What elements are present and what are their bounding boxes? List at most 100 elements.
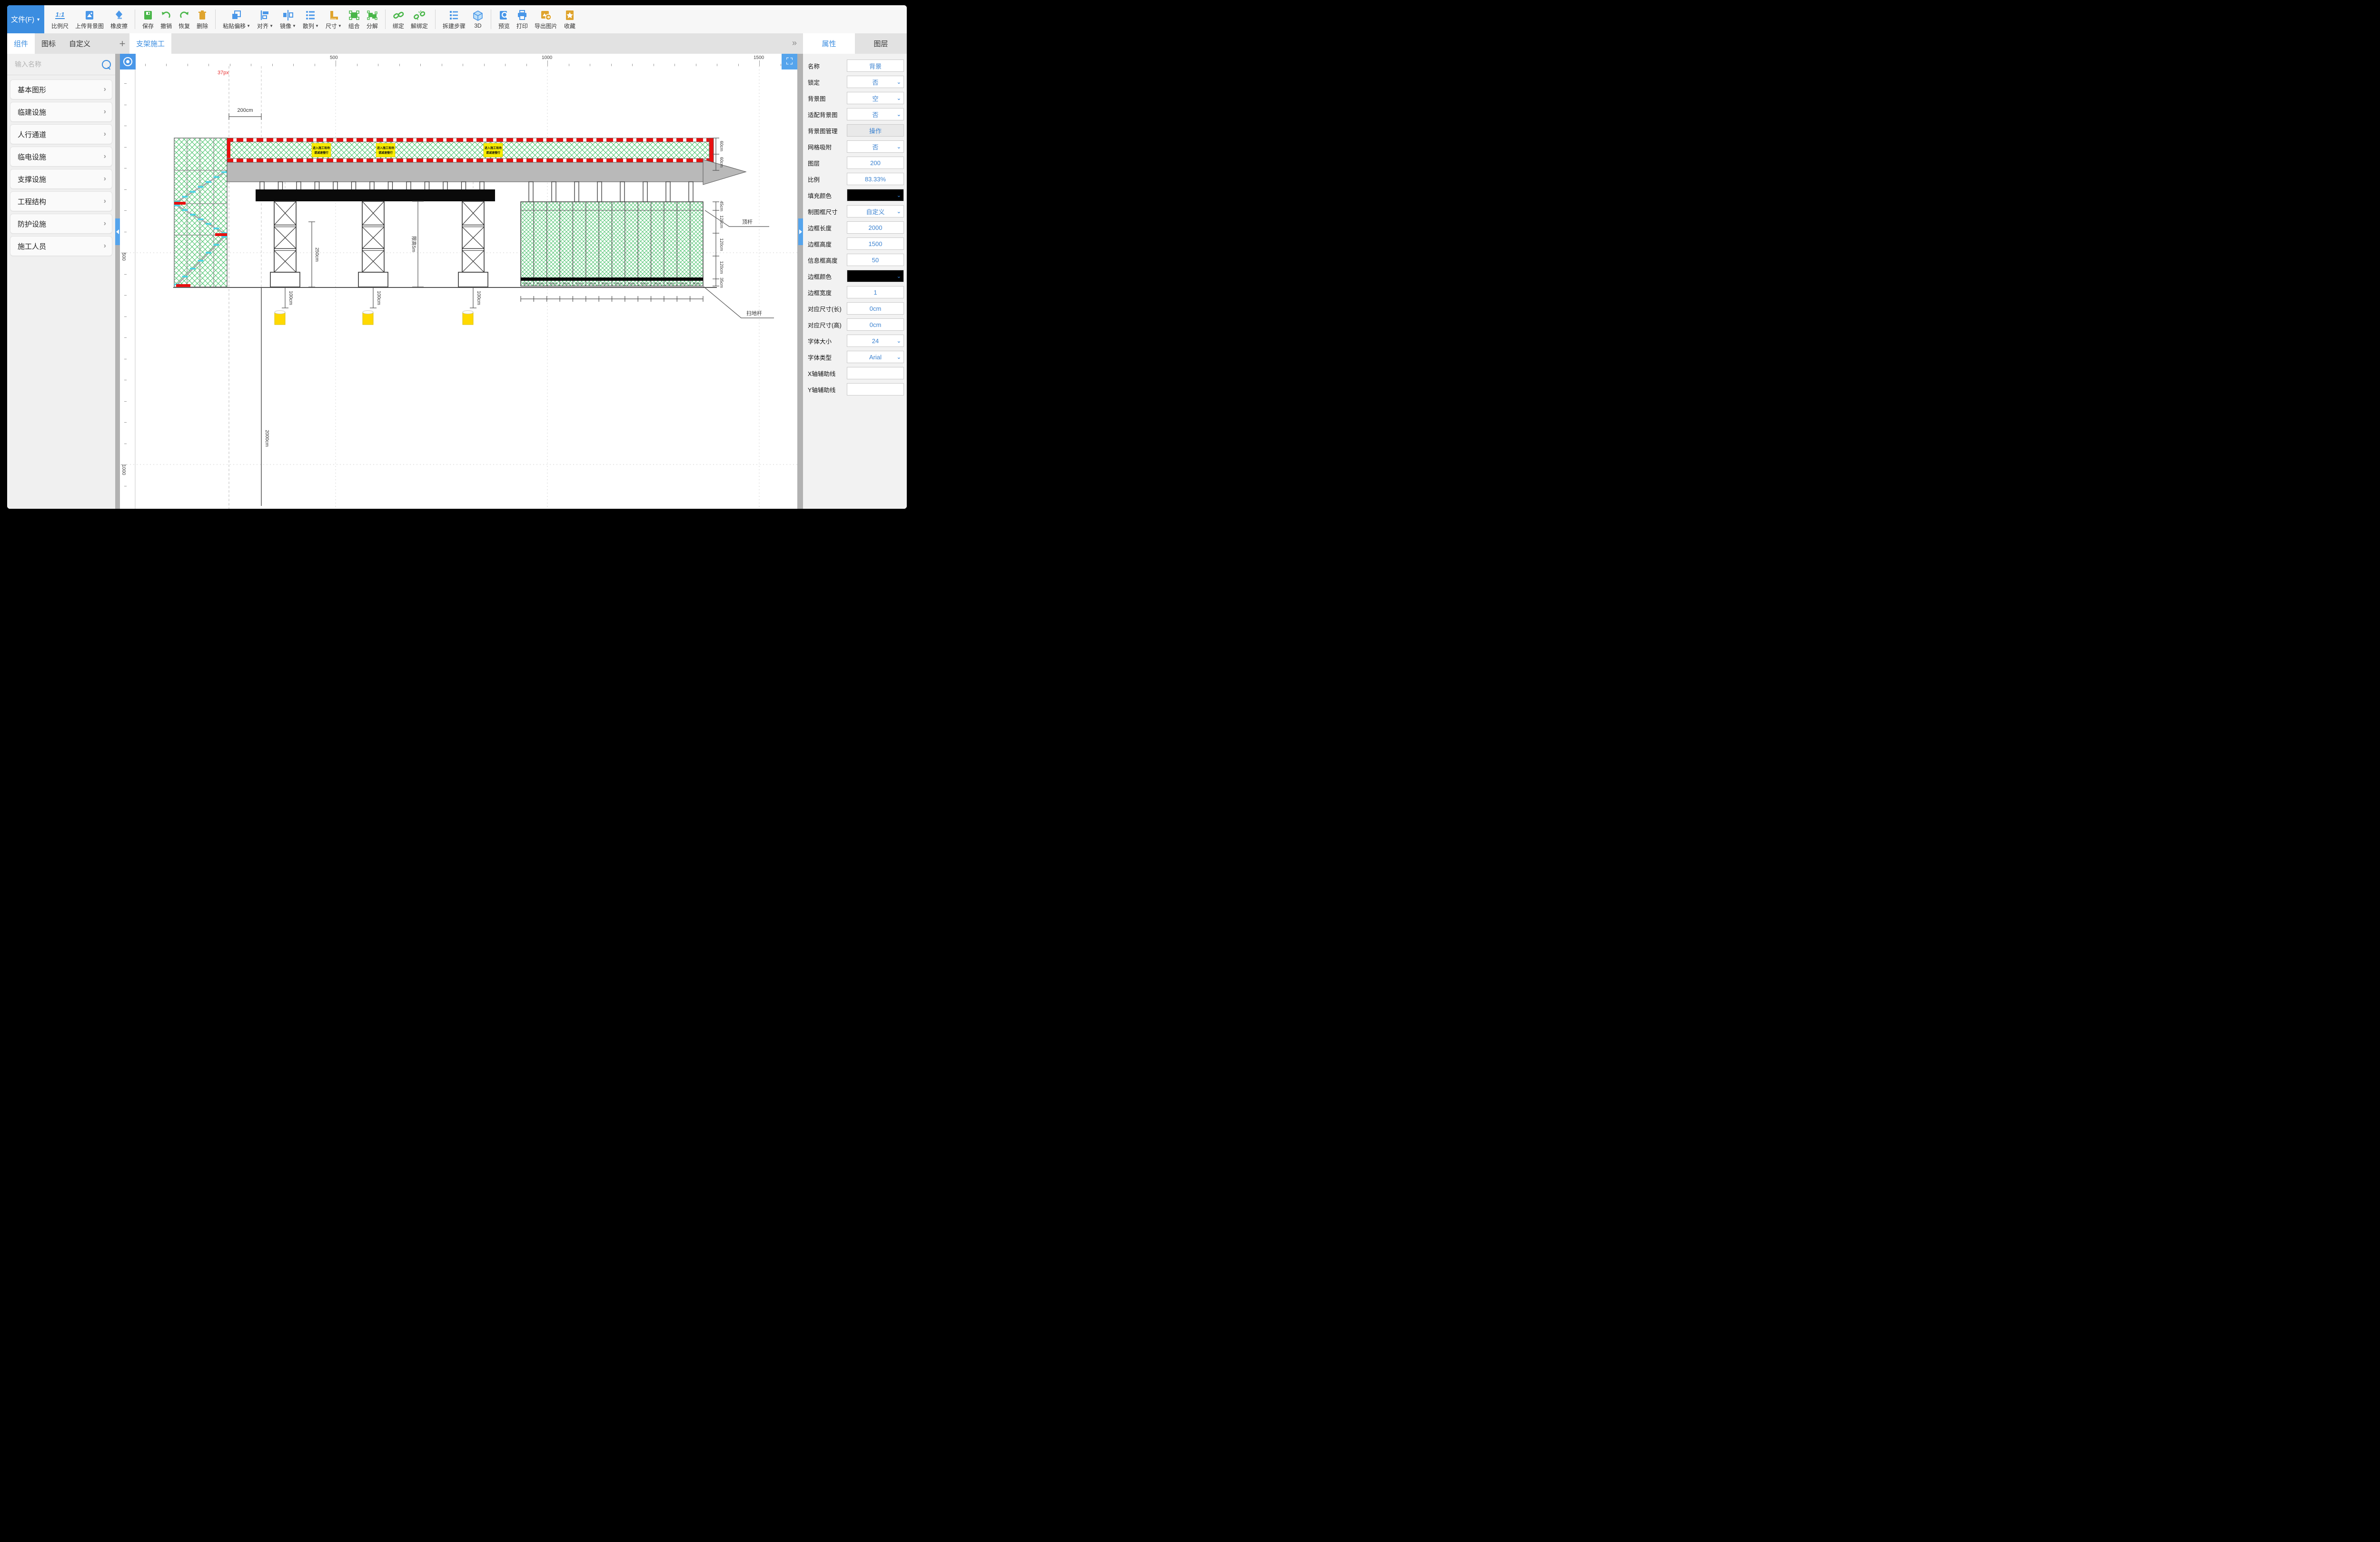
toolbar-button-steps[interactable]: 拆建步骤 <box>439 5 469 33</box>
prop-input-0[interactable] <box>847 62 903 70</box>
prop-control-19[interactable] <box>847 367 904 379</box>
sidebar-item-1[interactable]: 临建设施› <box>10 102 112 122</box>
prop-control-7[interactable] <box>847 173 904 185</box>
prop-input-10[interactable] <box>847 224 903 232</box>
prop-input-20[interactable] <box>847 386 903 394</box>
toolbar-button-dimension[interactable]: 尺寸▼ <box>322 5 345 33</box>
prop-control-4[interactable]: 操作 <box>847 124 904 137</box>
mesh-wall[interactable]: 90cm90cm90cm90cm90cm90cm90cm90cm90cm90cm… <box>521 202 703 286</box>
prop-control-9[interactable]: 自定义⌄ <box>847 205 904 217</box>
prop-control-16[interactable] <box>847 318 904 331</box>
prop-control-11[interactable] <box>847 237 904 250</box>
sidebar-tab-0[interactable]: 组件 <box>7 33 35 54</box>
sidebar-item-5[interactable]: 工程结构› <box>10 191 112 211</box>
toolbar-button-cube-3d[interactable]: 3D <box>469 5 487 33</box>
prop-input-7[interactable] <box>847 175 903 183</box>
chevron-down-icon: ⌄ <box>897 354 901 360</box>
prop-control-14[interactable] <box>847 286 904 298</box>
sidebar-item-4[interactable]: 支撑设施› <box>10 169 112 189</box>
sidebar-tab-2[interactable]: 自定义 <box>62 33 97 54</box>
toolbar-button-preview[interactable]: 预览 <box>495 5 513 33</box>
prop-control-8[interactable]: ⌄ <box>847 189 904 201</box>
chevron-right-icon: › <box>104 85 106 94</box>
prop-control-10[interactable] <box>847 221 904 234</box>
lattice-columns[interactable] <box>270 201 488 287</box>
toolbar-button-scale-ruler[interactable]: 1:1 比例尺 <box>48 5 72 33</box>
prop-control-1[interactable]: 否⌄ <box>847 76 904 88</box>
toolbar-button-ungroup[interactable]: 分解 <box>363 5 381 33</box>
toolbar-button-bind[interactable]: 绑定 <box>389 5 407 33</box>
safety-barrier[interactable]: 进入施工现场请减速慢行进入施工现场请减速慢行进入施工现场请减速慢行 <box>227 138 714 162</box>
scatter-icon <box>305 10 317 21</box>
svg-text:限高5m: 限高5m <box>411 236 417 252</box>
right-splitter[interactable] <box>797 54 803 509</box>
collapse-sidebar-handle[interactable] <box>115 218 120 245</box>
prop-control-3[interactable]: 否⌄ <box>847 108 904 120</box>
toolbar-button-redo[interactable]: 恢复 <box>175 5 193 33</box>
prop-control-20[interactable] <box>847 383 904 395</box>
prop-control-0[interactable] <box>847 59 904 72</box>
toolbar-button-align[interactable]: 对齐▼ <box>254 5 277 33</box>
toolbar-button-print[interactable]: 打印 <box>513 5 531 33</box>
toolbar-button-undo[interactable]: 撤销 <box>157 5 175 33</box>
ruler-number: 1500 <box>754 55 764 60</box>
prop-input-15[interactable] <box>847 305 903 313</box>
prop-control-15[interactable] <box>847 302 904 315</box>
canvas-tabbar: + 支架施工 » <box>115 33 803 54</box>
toolbar-button-paste-offset[interactable]: 粘贴偏移▼ <box>219 5 254 33</box>
scaffold-stair-tower[interactable] <box>174 138 227 287</box>
prop-input-14[interactable] <box>847 288 903 297</box>
prop-control-2[interactable]: 空⌄ <box>847 92 904 104</box>
left-splitter[interactable] <box>115 54 120 509</box>
prop-control-18[interactable]: Arial⌄ <box>847 351 904 363</box>
prop-control-12[interactable] <box>847 254 904 266</box>
dropdown-arrow-icon: ▼ <box>269 24 273 28</box>
toolbar-button-favorite[interactable]: 收藏 <box>561 5 579 33</box>
safety-barrels[interactable] <box>275 311 473 325</box>
toolbar-button-scatter[interactable]: 散列▼ <box>299 5 322 33</box>
search-input[interactable] <box>7 60 102 69</box>
sidebar-item-6[interactable]: 防护设施› <box>10 214 112 234</box>
construction-drawing[interactable]: 37px <box>127 66 797 509</box>
prop-input-19[interactable] <box>847 369 903 377</box>
panel-tab-0[interactable]: 属性 <box>803 33 855 54</box>
prop-input-16[interactable] <box>847 321 903 329</box>
toolbar-button-upload-image[interactable]: 上传背景图 <box>72 5 107 33</box>
toolbar-button-delete[interactable]: 删除 <box>193 5 211 33</box>
sidebar-item-0[interactable]: 基本图形› <box>10 79 112 99</box>
cap-beam[interactable] <box>256 189 495 201</box>
toolbar-button-eraser[interactable]: 橡皮擦 <box>107 5 131 33</box>
toolbar-button-group[interactable]: 组合 <box>345 5 363 33</box>
properties-panel: 名称锁定否⌄背景图空⌄适配背景图否⌄背景图管理操作网格吸附否⌄图层比例填充颜色⌄… <box>803 54 907 509</box>
bridge-deck-arrow[interactable] <box>227 159 746 185</box>
toolbar-button-save[interactable]: 保存 <box>139 5 157 33</box>
prop-input-12[interactable] <box>847 256 903 264</box>
sidebar-tab-1[interactable]: 图标 <box>35 33 62 54</box>
sidebar-item-3[interactable]: 临电设施› <box>10 147 112 167</box>
prop-control-17[interactable]: 24⌄ <box>847 335 904 347</box>
prop-control-5[interactable]: 否⌄ <box>847 140 904 153</box>
collapse-panel-icon[interactable]: » <box>792 38 795 48</box>
prop-control-13[interactable]: ⌄ <box>847 270 904 282</box>
file-menu-button[interactable]: 文件(F) ▼ <box>7 5 44 33</box>
origin-button[interactable] <box>120 54 136 69</box>
prop-label: 边框宽度 <box>808 288 832 297</box>
prop-control-6[interactable] <box>847 157 904 169</box>
sidebar-item-7[interactable]: 施工人员› <box>10 236 112 256</box>
fit-view-button[interactable]: ⛶ <box>782 54 797 69</box>
toolbar-button-export-image[interactable]: 导出图片 <box>531 5 561 33</box>
sidebar-item-2[interactable]: 人行通道› <box>10 124 112 144</box>
prop-input-11[interactable] <box>847 240 903 248</box>
panel-tab-1[interactable]: 图层 <box>855 33 907 54</box>
dropdown-arrow-icon: ▼ <box>247 24 250 28</box>
chevron-down-icon: ⌄ <box>897 338 901 344</box>
search-icon[interactable] <box>102 60 111 69</box>
toolbar-button-mirror[interactable]: 镜像▼ <box>277 5 299 33</box>
new-tab-button[interactable]: + <box>115 33 129 54</box>
prop-input-6[interactable] <box>847 159 903 167</box>
file-menu-label: 文件(F) <box>11 14 34 24</box>
toolbar-button-unbind[interactable]: 解绑定 <box>407 5 431 33</box>
drawing-canvas[interactable]: 37px <box>127 66 797 509</box>
collapse-properties-handle[interactable] <box>798 218 803 245</box>
tab-zhijiashigong[interactable]: 支架施工 <box>129 33 171 54</box>
